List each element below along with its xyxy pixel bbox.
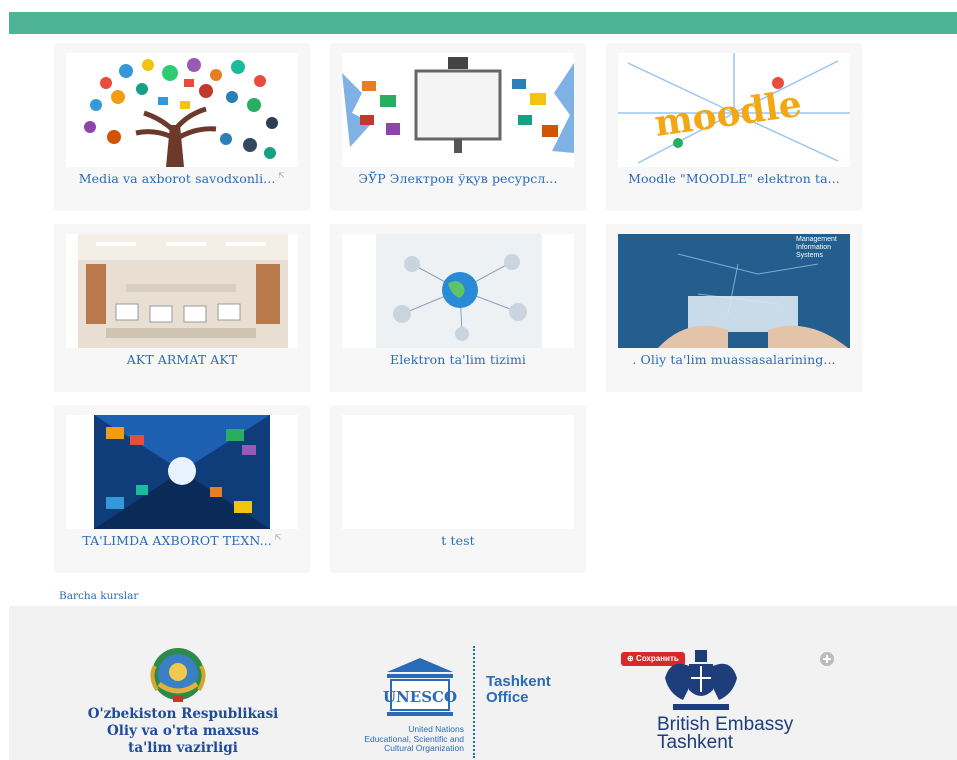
british-line: Tashkent — [657, 732, 734, 753]
zoom-icon[interactable] — [819, 651, 835, 667]
footer: O'zbekiston Respublikasi Oliy va o'rta m… — [9, 606, 957, 760]
course-title[interactable]: Media va axborot savodxonli... ⇱ — [54, 171, 310, 186]
course-title[interactable]: Elektron ta'lim tizimi — [330, 352, 586, 367]
course-title[interactable]: Moodle "MOODLE" elektron ta... — [606, 171, 862, 186]
course-thumbnail-globe-network[interactable] — [342, 234, 574, 348]
top-bar — [9, 12, 957, 34]
ministry-line: ta'lim vazirligi — [128, 740, 238, 756]
course-card[interactable]: Media va axborot savodxonli... ⇱ — [54, 43, 310, 211]
course-card[interactable]: Management Information Systems . Oliy ta… — [606, 224, 862, 392]
unesco-office-line: Tashkent — [486, 673, 551, 690]
thumbnail-caption: Management Information Systems — [796, 236, 837, 259]
unesco-office-name: Tashkent Office — [486, 674, 551, 706]
course-thumbnail-moodle-logo[interactable]: moodle — [618, 53, 850, 167]
unesco-divider — [473, 646, 475, 758]
course-card[interactable]: AKT ARMAT AKT — [54, 224, 310, 392]
unesco-logo-icon: UNESCO — [383, 658, 457, 716]
uzbekistan-emblem-icon — [150, 648, 206, 702]
course-title[interactable]: . Oliy ta'lim muassasalarining... — [606, 352, 862, 367]
course-thumbnail-management-info-systems[interactable]: Management Information Systems — [618, 234, 850, 348]
unesco-sub-line: Cultural Organization — [384, 743, 464, 753]
unesco-logo-text: UNESCO — [383, 688, 457, 706]
course-thumbnail-interactive-board[interactable] — [342, 53, 574, 167]
course-title[interactable]: TA'LIMDA AXBOROT TEXN... ⇱ — [54, 533, 310, 548]
all-courses-link[interactable]: Barcha kurslar — [59, 590, 138, 602]
british-embassy-name: British Embassy Tashkent — [657, 715, 793, 753]
royal-coat-of-arms-icon — [665, 650, 737, 710]
course-card[interactable]: t test — [330, 405, 586, 573]
course-card[interactable]: TA'LIMDA AXBOROT TEXN... ⇱ — [54, 405, 310, 573]
course-title[interactable]: AKT ARMAT AKT — [54, 352, 310, 367]
course-title[interactable]: ЭЎР Электрон ўқув ресурсл... — [330, 171, 586, 186]
course-card[interactable]: ЭЎР Электрон ўқув ресурсл... — [330, 43, 586, 211]
course-title[interactable]: t test — [330, 533, 586, 548]
external-link-icon: ⇱ — [274, 533, 282, 542]
ministry-line: Oliy va o'rta maxsus — [107, 723, 259, 739]
course-thumbnail-library-room[interactable] — [66, 234, 298, 348]
course-card[interactable]: Elektron ta'lim tizimi — [330, 224, 586, 392]
ministry-line: O'zbekiston Respublikasi — [87, 706, 279, 722]
external-link-icon: ⇱ — [278, 171, 286, 180]
course-thumbnail-tech-tunnel[interactable] — [66, 415, 298, 529]
course-thumbnail-tree-icons[interactable] — [66, 53, 298, 167]
course-card[interactable]: moodle Moodle "MOODLE" elektron ta... — [606, 43, 862, 211]
ministry-name: O'zbekiston Respublikasi Oliy va o'rta m… — [83, 706, 283, 757]
unesco-subtitle: United Nations Educational, Scientific a… — [339, 724, 464, 754]
unesco-office-line: Office — [486, 689, 529, 706]
course-thumbnail-blank[interactable] — [342, 415, 574, 529]
